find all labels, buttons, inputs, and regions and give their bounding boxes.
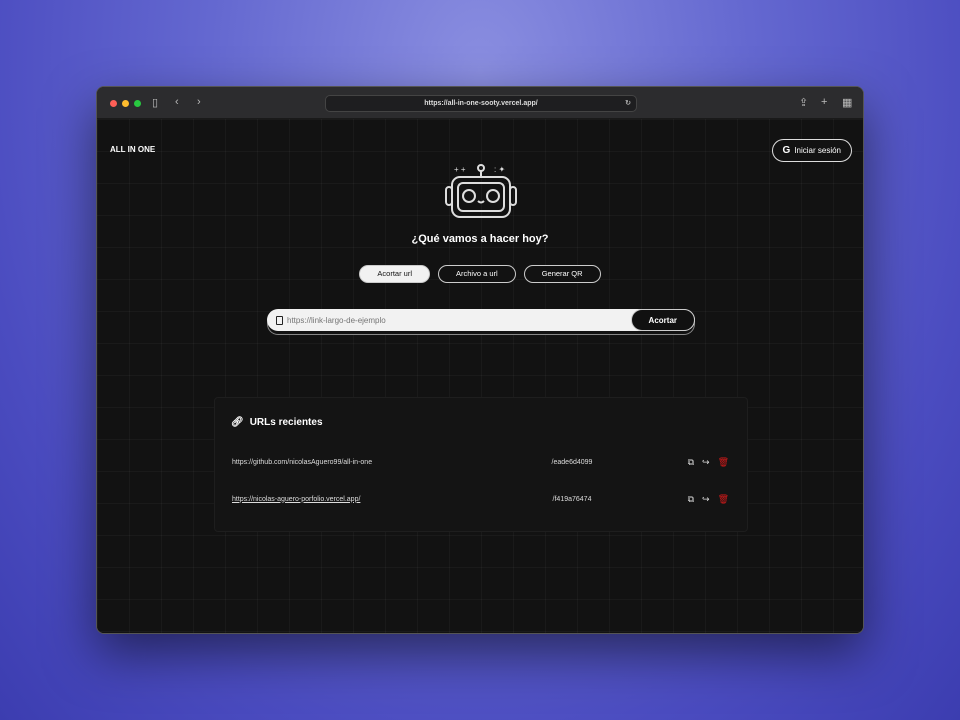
logo[interactable]: ALL IN ONE xyxy=(110,145,155,154)
close-window-button[interactable] xyxy=(110,100,117,107)
google-icon: G xyxy=(782,145,791,156)
tab-file-to-url[interactable]: Archivo a url xyxy=(438,265,516,283)
maximize-window-button[interactable] xyxy=(134,100,141,107)
tab-overview-icon[interactable]: ▦ xyxy=(842,96,852,109)
clipboard-icon[interactable] xyxy=(276,315,283,325)
back-icon[interactable]: ‹ xyxy=(175,96,179,108)
url-text: https://all-in-one-sooty.vercel.app/ xyxy=(424,100,538,107)
url-input[interactable] xyxy=(283,315,631,325)
login-label: Iniciar sesión xyxy=(794,146,841,155)
shorten-form: Acortar xyxy=(267,309,695,331)
browser-toolbar: ▯ ‹ › https://all-in-one-sooty.vercel.ap… xyxy=(97,87,863,119)
tab-generate-qr[interactable]: Generar QR xyxy=(523,265,601,283)
login-button[interactable]: G Iniciar sesión xyxy=(771,139,852,162)
short-url[interactable]: /f419a76474 xyxy=(497,496,647,503)
new-tab-icon[interactable]: + xyxy=(821,96,827,108)
svg-text:+ +: + + xyxy=(454,165,466,174)
original-url[interactable]: https://nicolas-aguero-porfolio.vercel.a… xyxy=(232,496,482,503)
address-bar[interactable]: https://all-in-one-sooty.vercel.app/ ↻ xyxy=(325,95,637,112)
table-row: https://nicolas-aguero-porfolio.vercel.a… xyxy=(232,492,729,506)
table-row: https://github.com/nicolasAguero99/all-i… xyxy=(232,455,729,469)
trash-icon[interactable]: 🗑︎ xyxy=(718,457,729,468)
sidebar-icon[interactable]: ▯ xyxy=(152,96,158,109)
original-url[interactable]: https://github.com/nicolasAguero99/all-i… xyxy=(232,459,482,466)
reload-icon[interactable]: ↻ xyxy=(625,96,631,111)
robot-icon: + + : ✦ xyxy=(445,164,517,218)
recent-urls-title: URLs recientes xyxy=(249,417,323,428)
copy-icon[interactable]: ⧉ xyxy=(688,494,694,505)
page-content: ALL IN ONE G Iniciar sesión + + : ✦ ¿Qué v… xyxy=(97,119,863,633)
mode-tabs: Acortar url Archivo a url Generar QR xyxy=(97,265,863,283)
share-icon[interactable]: ↪ xyxy=(702,494,710,505)
short-url[interactable]: /eade6d4099 xyxy=(497,459,647,466)
svg-text:: ✦: : ✦ xyxy=(494,165,505,174)
copy-icon[interactable]: ⧉ xyxy=(688,457,694,468)
share-icon[interactable]: ↪ xyxy=(702,457,710,468)
tab-shorten-url[interactable]: Acortar url xyxy=(359,265,431,283)
browser-window: ▯ ‹ › https://all-in-one-sooty.vercel.ap… xyxy=(96,86,864,634)
page-title: ¿Qué vamos a hacer hoy? xyxy=(411,233,549,245)
share-icon[interactable]: ⇪ xyxy=(799,96,808,109)
forward-icon[interactable]: › xyxy=(197,96,201,108)
trash-icon[interactable]: 🗑︎ xyxy=(718,494,729,505)
minimize-window-button[interactable] xyxy=(122,100,129,107)
shorten-button[interactable]: Acortar xyxy=(630,309,695,331)
link-icon: 🔗︎ xyxy=(231,417,244,428)
recent-urls-card: 🔗︎ URLs recientes https://github.com/nico… xyxy=(214,397,748,532)
